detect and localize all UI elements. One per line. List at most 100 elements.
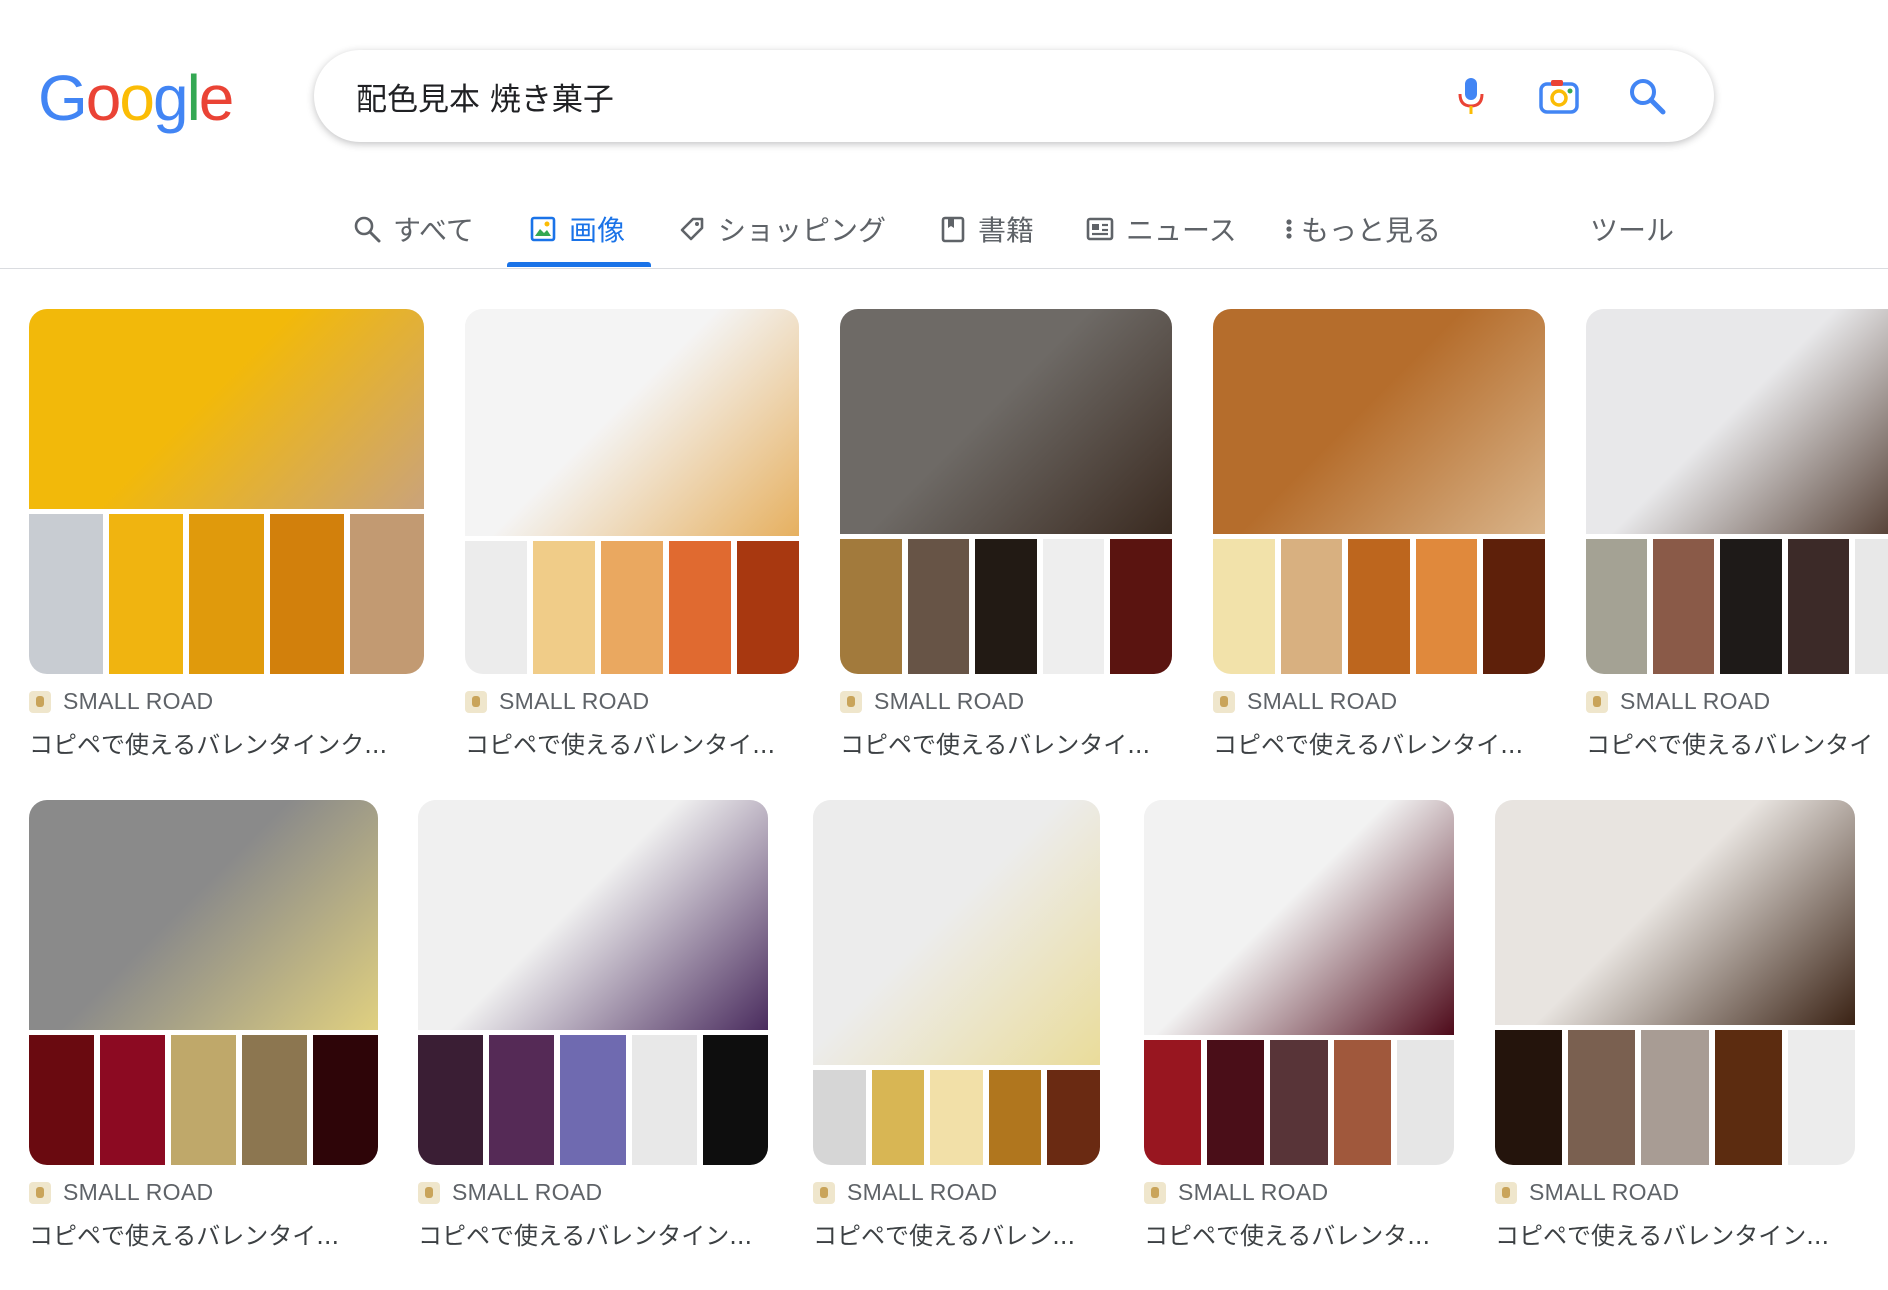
result-thumbnail[interactable] [840,309,1172,674]
site-favicon-icon [1144,1181,1166,1204]
color-swatch [975,539,1037,674]
tab-images[interactable]: 画像 [529,192,625,266]
color-swatch [1280,539,1343,674]
site-favicon-icon [1213,690,1235,713]
tab-more[interactable]: もっと見る [1283,192,1441,266]
logo-letter: g [152,62,189,134]
color-palette [1495,1025,1855,1165]
source-name: SMALL ROAD [63,688,214,714]
tab-tools[interactable]: ツール [1590,192,1674,266]
color-swatch [1110,539,1172,674]
result-thumbnail[interactable] [1213,309,1545,674]
result-title[interactable]: コピペで使えるバレンタイ... [29,1216,378,1251]
result-source[interactable]: SMALL ROAD [1495,1179,1855,1206]
result-thumbnail[interactable] [1144,800,1454,1165]
color-swatch [1270,1040,1328,1165]
result-title[interactable]: コピペで使えるバレンタイ... [465,725,799,760]
color-palette [1213,534,1545,674]
result-title[interactable]: コピペで使えるバレンタイ... [840,725,1172,760]
logo-letter: G [38,62,88,134]
google-logo[interactable]: Google [38,62,234,134]
source-name: SMALL ROAD [499,688,650,714]
result-photo [1586,309,1888,534]
color-swatch [1144,1040,1202,1165]
logo-letter: o [119,62,155,134]
result-title[interactable]: コピペで使えるバレンタイ... [1213,725,1545,760]
image-result-card[interactable]: SMALL ROAD コピペで使えるバレンタイ... [840,309,1172,760]
image-result-card[interactable]: SMALL ROAD コピペで使えるバレンタ... [1144,800,1454,1251]
tab-label: すべて [393,214,474,247]
tab-news[interactable]: ニュース [1086,192,1237,266]
tab-all[interactable]: すべて [353,192,474,266]
result-title[interactable]: コピペで使えるバレンタイン... [1495,1216,1855,1251]
microphone-icon[interactable] [1442,67,1500,125]
result-photo [840,309,1172,534]
color-swatch [29,1035,94,1165]
source-name: SMALL ROAD [452,1179,603,1205]
color-palette [1144,1035,1454,1165]
result-title[interactable]: コピペで使えるバレン... [813,1216,1100,1251]
result-photo [813,800,1100,1065]
image-result-card[interactable]: SMALL ROAD コピペで使えるバレンタイ... [29,800,378,1251]
site-favicon-icon [418,1181,440,1204]
image-result-card[interactable]: SMALL ROAD コピペで使えるバレン... [813,800,1100,1251]
search-input[interactable]: 配色見本 焼き菓子 [356,74,1442,119]
result-source[interactable]: SMALL ROAD [840,688,1172,715]
result-thumbnail[interactable] [418,800,768,1165]
color-swatch [813,1070,866,1165]
image-result-card[interactable]: SMALL ROAD コピペで使えるバレンタイ... [465,309,799,760]
color-swatch [1787,539,1849,674]
result-source[interactable]: SMALL ROAD [418,1179,768,1206]
tab-books[interactable]: 書籍 [940,192,1034,266]
tag-icon [678,215,706,243]
color-swatch [1568,1030,1636,1165]
result-source[interactable]: SMALL ROAD [813,1179,1100,1206]
color-swatch [1047,1070,1100,1165]
image-result-card[interactable]: SMALL ROAD コピペで使えるバレンタイン... [1495,800,1855,1251]
color-swatch [560,1035,626,1165]
result-thumbnail[interactable] [1495,800,1855,1165]
active-tab-indicator [507,262,651,267]
site-favicon-icon [813,1181,835,1204]
camera-lens-icon[interactable] [1530,67,1588,125]
color-swatch [1348,539,1410,674]
book-icon [940,215,966,243]
color-swatch [171,1035,236,1165]
source-name: SMALL ROAD [874,688,1025,714]
result-source[interactable]: SMALL ROAD [465,688,799,715]
result-title[interactable]: コピペで使えるバレンタ... [1144,1216,1454,1251]
result-title[interactable]: コピペで使えるバレンタインク... [29,725,424,760]
image-result-card[interactable]: SMALL ROAD コピペで使えるバレンタイン... [418,800,768,1251]
tab-shopping[interactable]: ショッピング [678,192,886,266]
search-icon[interactable] [1618,67,1676,125]
image-result-card[interactable]: SMALL ROAD コピペで使えるバレンタインク... [29,309,424,760]
result-thumbnail[interactable] [813,800,1100,1165]
color-swatch [242,1035,307,1165]
color-palette [1586,534,1888,674]
result-photo [1213,309,1545,534]
source-name: SMALL ROAD [1529,1179,1680,1205]
search-tabs: すべて 画像 ショッピング 書籍 ニュース もっと見る ツール [0,192,1888,269]
source-name: SMALL ROAD [63,1179,214,1205]
result-source[interactable]: SMALL ROAD [1213,688,1545,715]
color-swatch [29,514,104,674]
result-thumbnail[interactable] [29,800,378,1165]
tab-label: ニュース [1126,214,1237,247]
result-title[interactable]: コピペで使えるバレンタイ [1586,725,1888,760]
result-source[interactable]: SMALL ROAD [1144,1179,1454,1206]
result-thumbnail[interactable] [465,309,799,674]
result-source[interactable]: SMALL ROAD [1586,688,1888,715]
image-result-card[interactable]: SMALL ROAD コピペで使えるバレンタイ... [1213,309,1545,760]
search-box[interactable]: 配色見本 焼き菓子 [314,50,1714,142]
result-title[interactable]: コピペで使えるバレンタイン... [418,1216,768,1251]
color-swatch [1586,539,1648,674]
result-source[interactable]: SMALL ROAD [29,688,424,715]
image-result-card[interactable]: SMALL ROAD コピペで使えるバレンタイ [1586,309,1888,760]
result-source[interactable]: SMALL ROAD [29,1179,378,1206]
search-icon [353,215,381,243]
result-thumbnail[interactable] [1586,309,1888,674]
color-swatch [1641,1030,1709,1165]
result-thumbnail[interactable] [29,309,424,674]
color-palette [813,1065,1100,1165]
news-icon [1086,216,1114,242]
